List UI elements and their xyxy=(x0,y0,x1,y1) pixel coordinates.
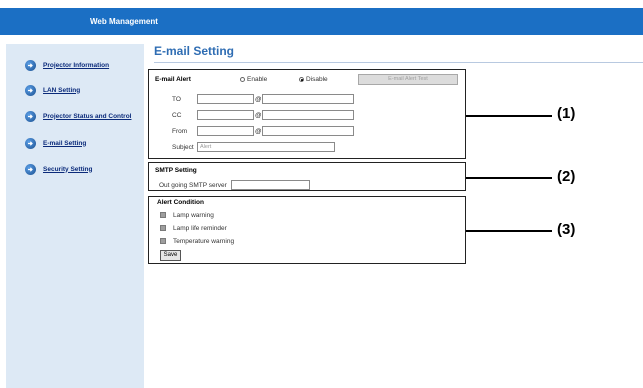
sidebar-item-security-setting[interactable]: Security Setting xyxy=(25,162,92,176)
from-domain-field[interactable] xyxy=(262,126,354,136)
callout-label: (3) xyxy=(557,221,576,238)
arrow-right-icon xyxy=(25,84,36,96)
lamp-life-reminder-label: Lamp life reminder xyxy=(173,225,227,232)
email-alert-test-button[interactable]: E-mail Alert Test xyxy=(358,74,458,85)
sidebar: Projector Information LAN Setting Projec… xyxy=(6,44,144,388)
sidebar-item-projector-information[interactable]: Projector Information xyxy=(25,58,109,72)
callout-line xyxy=(466,177,552,179)
lamp-life-reminder-checkbox[interactable] xyxy=(160,225,166,231)
subject-field[interactable] xyxy=(197,142,335,152)
sidebar-item-label[interactable]: E-mail Setting xyxy=(43,140,86,147)
sidebar-item-email-setting[interactable]: E-mail Setting xyxy=(25,136,86,150)
page-title: E-mail Setting xyxy=(154,44,235,58)
email-alert-label: E-mail Alert xyxy=(155,76,191,83)
save-button[interactable]: Save xyxy=(160,250,181,261)
to-domain-field[interactable] xyxy=(262,94,354,104)
to-label: TO xyxy=(172,96,181,103)
callout-line xyxy=(466,115,552,117)
callout-label: (2) xyxy=(557,168,576,185)
sidebar-item-label[interactable]: LAN Setting xyxy=(43,87,80,94)
enable-radio[interactable] xyxy=(240,77,245,82)
arrow-right-icon xyxy=(25,59,36,71)
disable-radio-label: Disable xyxy=(306,76,328,83)
sidebar-item-projector-status[interactable]: Projector Status and Control xyxy=(25,109,131,123)
arrow-right-icon xyxy=(25,110,36,122)
to-user-field[interactable] xyxy=(197,94,254,104)
cc-domain-field[interactable] xyxy=(262,110,354,120)
temperature-warning-checkbox[interactable] xyxy=(160,238,166,244)
at-sign: @ xyxy=(255,112,262,119)
sidebar-item-label[interactable]: Projector Information xyxy=(43,62,109,69)
disable-radio[interactable] xyxy=(299,77,304,82)
app-title: Web Management xyxy=(90,17,158,26)
smtp-server-field[interactable] xyxy=(231,180,310,190)
cc-user-field[interactable] xyxy=(197,110,254,120)
callout-line xyxy=(466,230,552,232)
title-divider xyxy=(154,62,643,63)
enable-radio-label: Enable xyxy=(247,76,268,83)
lamp-warning-checkbox[interactable] xyxy=(160,212,166,218)
callout-label: (1) xyxy=(557,105,576,122)
from-label: From xyxy=(172,128,188,135)
arrow-right-icon xyxy=(25,137,36,149)
at-sign: @ xyxy=(255,96,262,103)
smtp-server-label: Out going SMTP server xyxy=(159,182,227,189)
sidebar-item-label[interactable]: Security Setting xyxy=(43,166,92,173)
temperature-warning-label: Temperature warning xyxy=(173,238,235,245)
smtp-heading: SMTP Setting xyxy=(155,167,197,174)
arrow-right-icon xyxy=(25,163,36,175)
sidebar-item-label[interactable]: Projector Status and Control xyxy=(43,113,131,120)
lamp-warning-label: Lamp warning xyxy=(173,212,214,219)
at-sign: @ xyxy=(255,128,262,135)
alert-condition-heading: Alert Condition xyxy=(157,199,204,206)
subject-label: Subject xyxy=(172,144,194,151)
from-user-field[interactable] xyxy=(197,126,254,136)
header-bar: Web Management xyxy=(0,8,643,35)
cc-label: CC xyxy=(172,112,182,119)
sidebar-item-lan-setting[interactable]: LAN Setting xyxy=(25,83,80,97)
